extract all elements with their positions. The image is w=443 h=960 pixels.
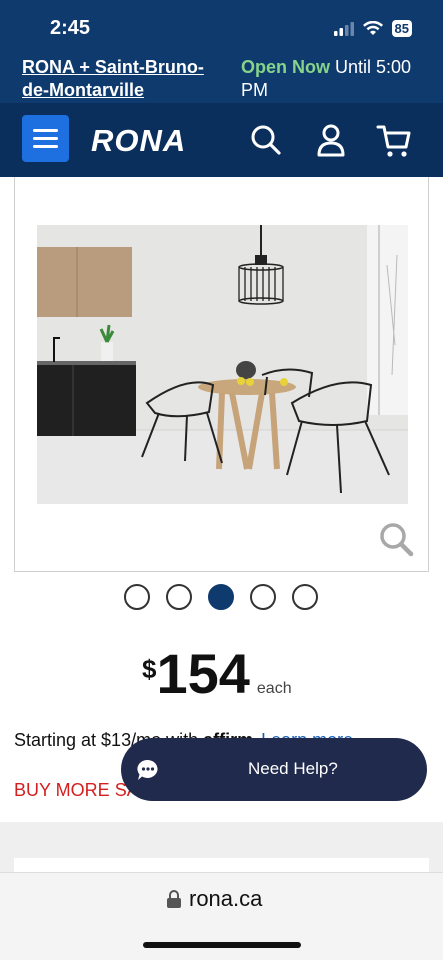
price-block: $ 154 each — [142, 644, 292, 704]
browser-url-bar[interactable]: rona.ca — [0, 872, 443, 960]
search-icon[interactable] — [250, 123, 282, 157]
zoom-icon[interactable] — [378, 521, 414, 557]
gallery-dot-1[interactable] — [124, 584, 150, 610]
store-hours: Open Now Until 5:00 PM — [241, 56, 421, 102]
account-icon[interactable] — [316, 123, 346, 157]
main-nav: RONA — [0, 103, 443, 177]
product-photo[interactable] — [37, 225, 408, 504]
status-icons: 85 — [333, 20, 412, 37]
chat-bubble-icon — [137, 759, 158, 780]
lock-icon — [167, 890, 181, 908]
need-help-label: Need Help? — [248, 759, 338, 778]
product-photo-image — [37, 225, 408, 504]
gallery-dot-5[interactable] — [292, 584, 318, 610]
url-display[interactable]: rona.ca — [167, 886, 262, 912]
menu-icon[interactable] — [22, 115, 69, 162]
signal-icon — [333, 21, 354, 36]
home-indicator[interactable] — [143, 942, 301, 948]
gallery-dot-3[interactable] — [208, 584, 234, 610]
store-strip: RONA + Saint-Bruno-de-Montarville Open N… — [22, 56, 422, 102]
status-bar: 2:45 85 — [0, 0, 443, 54]
price-amount: 154 — [156, 642, 250, 705]
battery-icon: 85 — [391, 20, 412, 37]
gallery-pagination — [124, 584, 318, 610]
section-divider — [0, 822, 443, 878]
open-now-label: Open Now — [241, 57, 330, 77]
gallery-dot-2[interactable] — [166, 584, 192, 610]
wifi-icon — [362, 21, 383, 35]
price-currency: $ — [142, 654, 157, 684]
product-image-card — [14, 177, 429, 572]
price-unit: each — [256, 680, 292, 697]
need-help-button[interactable]: Need Help? — [121, 738, 427, 801]
status-time: 2:45 — [50, 17, 91, 39]
rona-logo[interactable]: RONA — [91, 123, 186, 159]
gallery-dot-4[interactable] — [250, 584, 276, 610]
store-name-link[interactable]: RONA + Saint-Bruno-de-Montarville — [22, 56, 227, 102]
cart-icon[interactable] — [376, 123, 412, 159]
url-text: rona.ca — [189, 886, 263, 911]
page: 2:45 85 RONA + Saint-Bruno-de-Montarvill… — [0, 0, 443, 960]
